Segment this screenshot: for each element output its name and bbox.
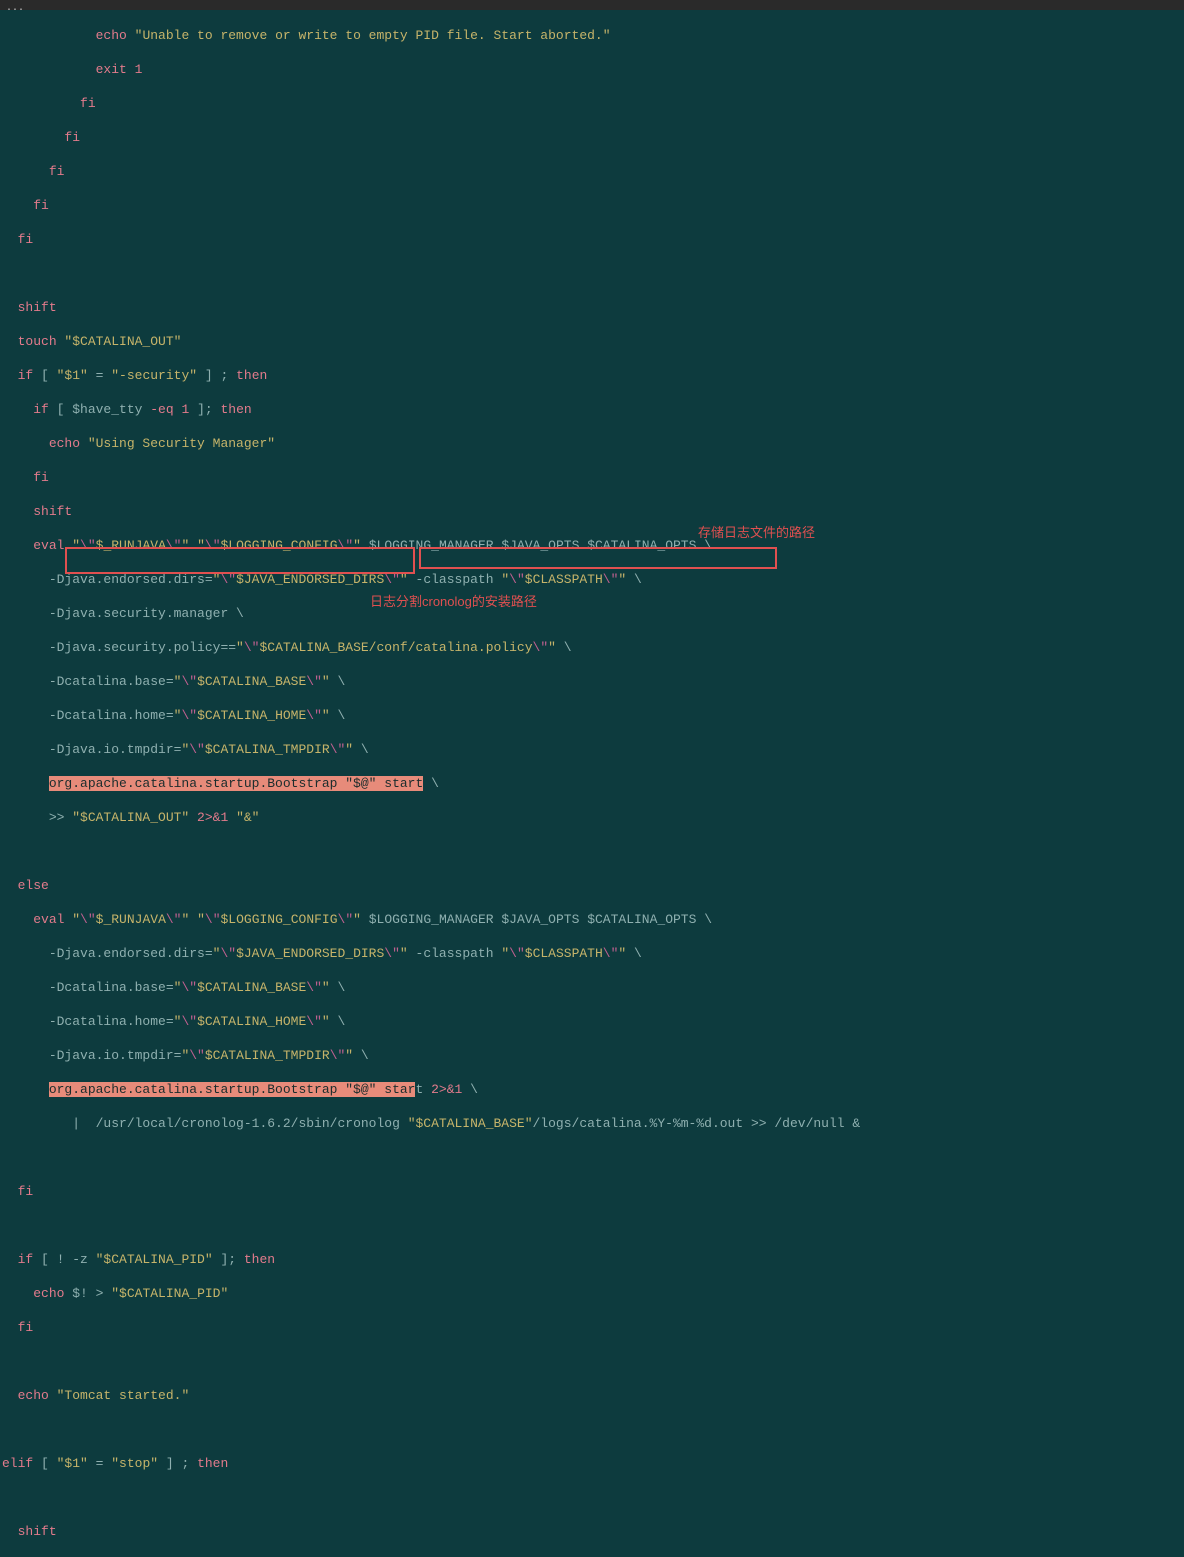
code-line: -Dcatalina.home="\"$CATALINA_HOME\"" \	[2, 707, 1184, 724]
code-line: -Djava.security.manager \	[2, 605, 1184, 622]
code-line: touch "$CATALINA_OUT"	[2, 333, 1184, 350]
code-line: shift	[2, 503, 1184, 520]
code-line: elif [ "$1" = "stop" ] ; then	[2, 1455, 1184, 1472]
code-line: -Dcatalina.home="\"$CATALINA_HOME\"" \	[2, 1013, 1184, 1030]
code-line: echo "Unable to remove or write to empty…	[2, 27, 1184, 44]
code-line: fi	[2, 231, 1184, 248]
code-line	[2, 265, 1184, 282]
code-line: fi	[2, 129, 1184, 146]
code-line: shift	[2, 299, 1184, 316]
code-line: -Djava.endorsed.dirs="\"$JAVA_ENDORSED_D…	[2, 945, 1184, 962]
code-line: -Dcatalina.base="\"$CATALINA_BASE\"" \	[2, 673, 1184, 690]
code-line: -Djava.security.policy=="\"$CATALINA_BAS…	[2, 639, 1184, 656]
code-line: -Djava.io.tmpdir="\"$CATALINA_TMPDIR\"" …	[2, 1047, 1184, 1064]
code-line: | /usr/local/cronolog-1.6.2/sbin/cronolo…	[2, 1115, 1184, 1132]
code-line: org.apache.catalina.startup.Bootstrap "$…	[2, 1081, 1184, 1098]
code-line: eval "\"$_RUNJAVA\"" "\"$LOGGING_CONFIG\…	[2, 537, 1184, 554]
code-line	[2, 1149, 1184, 1166]
code-line: if [ "$1" = "-security" ] ; then	[2, 367, 1184, 384]
highlighted-text: org.apache.catalina.startup.Bootstrap "$…	[49, 1082, 416, 1097]
code-line: if [ ! -z "$CATALINA_PID" ]; then	[2, 1251, 1184, 1268]
code-line	[2, 1353, 1184, 1370]
code-area[interactable]: echo "Unable to remove or write to empty…	[0, 10, 1184, 1557]
code-line: fi	[2, 1183, 1184, 1200]
title-bar: ...	[0, 0, 1184, 10]
code-line: fi	[2, 469, 1184, 486]
highlighted-text: org.apache.catalina.startup.Bootstrap "$…	[49, 776, 423, 791]
code-line	[2, 1489, 1184, 1506]
code-line: -Djava.endorsed.dirs="\"$JAVA_ENDORSED_D…	[2, 571, 1184, 588]
code-line	[2, 843, 1184, 860]
code-line: echo "Using Security Manager"	[2, 435, 1184, 452]
code-line: shift	[2, 1523, 1184, 1540]
code-line: >> "$CATALINA_OUT" 2>&1 "&"	[2, 809, 1184, 826]
code-line: echo $! > "$CATALINA_PID"	[2, 1285, 1184, 1302]
code-line: exit 1	[2, 61, 1184, 78]
code-line: else	[2, 877, 1184, 894]
code-line: fi	[2, 163, 1184, 180]
code-line: fi	[2, 1319, 1184, 1336]
code-line: org.apache.catalina.startup.Bootstrap "$…	[2, 775, 1184, 792]
code-line	[2, 1421, 1184, 1438]
code-line	[2, 1217, 1184, 1234]
code-line: echo "Tomcat started."	[2, 1387, 1184, 1404]
code-line: if [ $have_tty -eq 1 ]; then	[2, 401, 1184, 418]
code-line: fi	[2, 197, 1184, 214]
code-line: -Djava.io.tmpdir="\"$CATALINA_TMPDIR\"" …	[2, 741, 1184, 758]
code-line: fi	[2, 95, 1184, 112]
code-line: -Dcatalina.base="\"$CATALINA_BASE\"" \	[2, 979, 1184, 996]
code-line: eval "\"$_RUNJAVA\"" "\"$LOGGING_CONFIG\…	[2, 911, 1184, 928]
